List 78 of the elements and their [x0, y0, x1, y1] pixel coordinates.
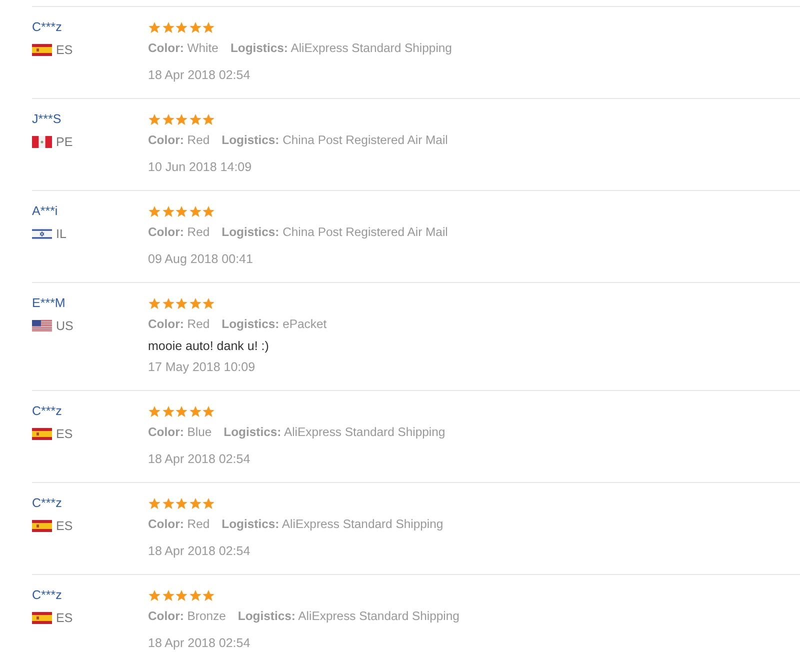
- country-code: ES: [56, 518, 73, 534]
- product-attribute: Color: White: [148, 40, 218, 57]
- star-icon: [202, 404, 215, 418]
- star-icon: [162, 404, 174, 418]
- star-icon: [202, 296, 215, 310]
- product-attribute: Color: Red: [148, 224, 210, 241]
- buyer-name: C***z: [32, 19, 62, 35]
- buyer-name: C***z: [32, 587, 62, 603]
- star-icon: [148, 496, 161, 510]
- star-icon: [175, 20, 188, 34]
- review-date: 18 Apr 2018 02:54: [148, 635, 250, 652]
- star-icon: [148, 20, 161, 34]
- flag-icon: [32, 612, 52, 624]
- product-attribute: Logistics: AliExpress Standard Shipping: [224, 424, 446, 441]
- star-icon: [162, 588, 174, 602]
- star-icon: [175, 496, 188, 510]
- product-attribute: Logistics: ePacket: [222, 316, 327, 333]
- star-icon: [202, 204, 215, 218]
- country-code: US: [56, 318, 74, 334]
- star-icon: [162, 112, 174, 126]
- star-icon: [148, 404, 161, 418]
- star-icon: [188, 112, 202, 126]
- buyer-name: A***i: [32, 203, 58, 219]
- product-attribute: Logistics: China Post Registered Air Mail: [222, 224, 448, 241]
- flag-icon: [32, 44, 52, 56]
- buyer-name: C***z: [32, 495, 62, 511]
- star-icon: [202, 588, 215, 602]
- product-attribute: Color: Red: [148, 516, 210, 533]
- flag-icon: [32, 520, 52, 532]
- buyer-name: C***z: [32, 403, 62, 419]
- buyer-name: E***M: [32, 295, 66, 311]
- flag-icon: [32, 136, 52, 148]
- star-icon: [188, 20, 202, 34]
- star-icon: [188, 404, 202, 418]
- flag-icon: [32, 428, 52, 440]
- product-attribute: Logistics: AliExpress Standard Shipping: [222, 516, 444, 533]
- star-icon: [202, 112, 215, 126]
- star-icon: [175, 404, 188, 418]
- product-attribute: Color: Bronze: [148, 608, 226, 625]
- review-date: 10 Jun 2018 14:09: [148, 159, 252, 176]
- product-attribute: Color: Red: [148, 132, 210, 149]
- country-code: ES: [56, 610, 73, 626]
- star-icon: [162, 496, 174, 510]
- review-date: 18 Apr 2018 02:54: [148, 543, 250, 560]
- star-icon: [175, 588, 188, 602]
- star-icon: [162, 20, 174, 34]
- review-date: 18 Apr 2018 02:54: [148, 67, 250, 84]
- star-icon: [202, 20, 215, 34]
- review-date: 09 Aug 2018 00:41: [148, 251, 253, 268]
- product-attribute: Logistics: China Post Registered Air Mail: [222, 132, 448, 149]
- star-icon: [148, 112, 161, 126]
- star-icon: [188, 496, 202, 510]
- star-icon: [148, 588, 161, 602]
- review-comment: mooie auto! dank u! :): [148, 338, 269, 355]
- star-icon: [188, 296, 202, 310]
- flag-icon: [32, 320, 52, 332]
- star-icon: [202, 496, 215, 510]
- buyer-name: J***S: [32, 111, 62, 127]
- country-code: PE: [56, 134, 73, 150]
- star-icon: [162, 204, 174, 218]
- country-code: ES: [56, 426, 73, 442]
- star-icon: [148, 204, 161, 218]
- product-attribute: Logistics: AliExpress Standard Shipping: [238, 608, 460, 625]
- country-code: ES: [56, 42, 73, 58]
- star-icon: [162, 296, 174, 310]
- product-attribute: Logistics: AliExpress Standard Shipping: [230, 40, 452, 57]
- star-icon: [188, 204, 202, 218]
- review-date: 17 May 2018 10:09: [148, 359, 256, 376]
- star-icon: [148, 296, 161, 310]
- country-code: IL: [56, 226, 66, 242]
- product-attribute: Color: Red: [148, 316, 210, 333]
- star-icon: [175, 296, 188, 310]
- star-icon: [175, 112, 188, 126]
- review-date: 18 Apr 2018 02:54: [148, 451, 250, 468]
- star-icon: [175, 204, 188, 218]
- flag-icon: [32, 228, 52, 240]
- star-icon: [188, 588, 202, 602]
- product-attribute: Color: Blue: [148, 424, 212, 441]
